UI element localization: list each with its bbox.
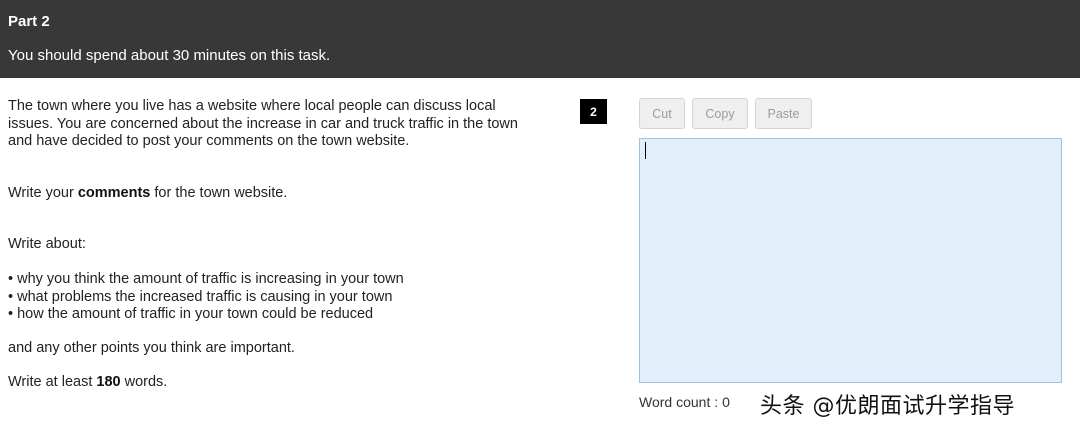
- word-count: Word count :0: [639, 394, 730, 410]
- task-bullet: • what problems the increased traffic is…: [8, 288, 393, 305]
- least-pre-text: Write at least: [8, 374, 97, 390]
- comments-bold-text: comments: [77, 185, 151, 201]
- word-count-label: Word count :: [639, 394, 719, 410]
- word-count-value: 0: [722, 394, 730, 410]
- word-minimum-line: Write at least 180 words.: [8, 374, 167, 392]
- task-bullet: • why you think the amount of traffic is…: [8, 271, 404, 287]
- task-header: Part 2 You should spend about 30 minutes…: [0, 0, 1080, 78]
- time-instruction: You should spend about 30 minutes on thi…: [8, 47, 331, 64]
- cut-button[interactable]: Cut: [639, 98, 685, 129]
- comments-post-text: for the town website.: [150, 185, 288, 201]
- part-title: Part 2: [8, 13, 50, 30]
- task-intro: The town where you live has a website wh…: [8, 98, 518, 149]
- question-number-badge: 2: [580, 99, 607, 124]
- least-bold-text: 180: [96, 374, 121, 390]
- task-bullet-list: • why you think the amount of traffic is…: [8, 271, 404, 324]
- copy-button[interactable]: Copy: [692, 98, 748, 129]
- comments-pre-text: Write your: [8, 185, 78, 201]
- task-bullet: • how the amount of traffic in your town…: [8, 306, 374, 322]
- least-post-text: words.: [120, 374, 168, 390]
- task-comments-line: Write your comments for the town website…: [8, 185, 287, 203]
- text-caret: [645, 142, 646, 159]
- watermark-text: 头条 @优朗面试升学指导: [760, 394, 1015, 419]
- other-points-line: and any other points you think are impor…: [8, 340, 295, 356]
- write-about-heading: Write about:: [8, 236, 86, 252]
- paste-button[interactable]: Paste: [755, 98, 812, 129]
- answer-textarea[interactable]: [639, 138, 1062, 383]
